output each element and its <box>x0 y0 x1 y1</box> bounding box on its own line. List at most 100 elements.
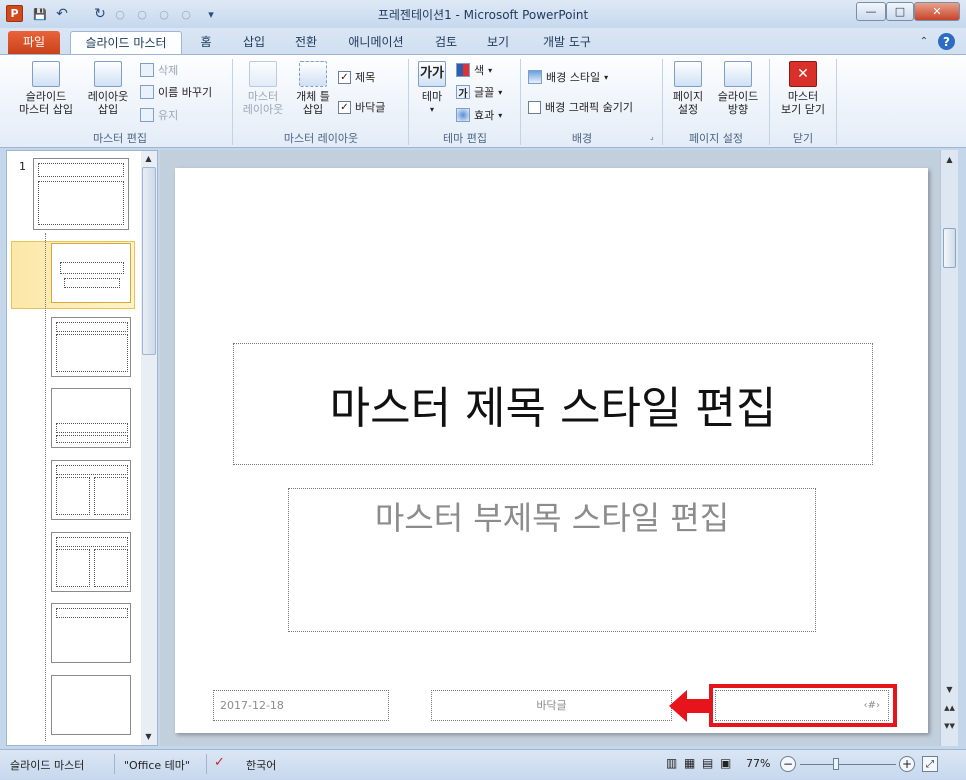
effects-icon <box>456 108 470 122</box>
tab-developer[interactable]: 개발 도구 <box>530 31 604 54</box>
hide-background-graphics-checkbox[interactable]: 배경 그래픽 숨기기 <box>528 99 633 115</box>
group-separator <box>520 59 521 145</box>
insert-slide-master-label: 슬라이드 마스터 삽입 <box>18 90 74 116</box>
group-separator <box>769 59 770 145</box>
tab-home[interactable]: 홈 <box>186 31 226 54</box>
thumb-title-placeholder <box>56 322 128 332</box>
insert-layout-icon <box>94 61 122 87</box>
spelling-check-icon[interactable]: ✓ <box>214 755 225 770</box>
tab-file[interactable]: 파일 <box>8 31 60 54</box>
insert-placeholder-button[interactable]: 개체 틀 삽입 <box>290 61 336 116</box>
zoom-slider-track[interactable] <box>800 764 896 765</box>
theme-name-label[interactable]: "Office 테마" <box>124 757 190 773</box>
slide-orientation-icon <box>724 61 752 87</box>
scroll-up-icon[interactable]: ▲ <box>942 152 957 167</box>
minimize-button[interactable]: — <box>856 2 886 21</box>
master-thumbnail[interactable] <box>33 158 129 230</box>
group-separator <box>836 59 837 145</box>
group-label-master-edit: 마스터 편집 <box>92 132 148 145</box>
slide-orientation-button[interactable]: 슬라이드 방향 <box>710 61 766 116</box>
theme-icon: 가가 <box>418 61 446 87</box>
footer-placeholder[interactable]: 바닥글 <box>431 690 672 721</box>
subtitle-placeholder[interactable]: 마스터 부제목 스타일 편집 <box>288 488 816 632</box>
insert-layout-button[interactable]: 레이아웃 삽입 <box>80 61 136 116</box>
layout-thumbnail[interactable] <box>51 460 131 520</box>
layout-thumbnail-title-selected[interactable] <box>51 243 131 303</box>
zoom-in-icon[interactable]: + <box>899 756 915 772</box>
group-label-background: 배경 <box>571 132 593 145</box>
fonts-button[interactable]: 가 글꼴 ▾ <box>456 84 502 100</box>
colors-button[interactable]: 색 ▾ <box>456 62 492 78</box>
layout-thumbnail[interactable] <box>51 532 131 592</box>
master-layout-button[interactable]: 마스터 레이아웃 <box>236 61 290 116</box>
layout-thumbnail[interactable] <box>51 317 131 377</box>
maximize-button[interactable]: □ <box>886 2 914 21</box>
master-layout-icon <box>249 61 277 87</box>
zoom-level-label[interactable]: 77% <box>746 757 770 770</box>
group-label-close: 닫기 <box>792 132 814 145</box>
preserve-button[interactable]: 유지 <box>140 107 178 123</box>
delete-button[interactable]: 삭제 <box>140 62 178 78</box>
layout-thumbnail[interactable] <box>51 388 131 448</box>
tab-insert[interactable]: 삽입 <box>232 31 276 54</box>
page-setup-button[interactable]: 페이지 설정 <box>666 61 710 116</box>
slide-canvas[interactable]: 마스터 제목 스타일 편집 마스터 부제목 스타일 편집 2017-12-18 … <box>175 168 928 733</box>
fonts-label: 글꼴 <box>474 86 495 99</box>
scroll-down-icon[interactable]: ▼ <box>942 682 957 697</box>
date-placeholder[interactable]: 2017-12-18 <box>213 690 389 721</box>
previous-slide-icon[interactable]: ▲▲ <box>942 700 957 715</box>
title-checkbox-label: 제목 <box>355 71 376 84</box>
layout-thumbnail[interactable] <box>51 603 131 663</box>
thumb-title-placeholder <box>60 262 124 274</box>
thumb-body-placeholder <box>38 181 124 225</box>
tab-transitions[interactable]: 전환 <box>284 31 328 54</box>
tab-review[interactable]: 검토 <box>424 31 468 54</box>
checkbox-unchecked-icon <box>528 100 541 114</box>
close-window-button[interactable]: ✕ <box>914 2 960 21</box>
zoom-slider-thumb[interactable] <box>833 758 839 770</box>
dialog-launcher-icon[interactable]: ⌟ <box>650 132 654 141</box>
effects-button[interactable]: 효과 ▾ <box>456 107 502 123</box>
title-placeholder[interactable]: 마스터 제목 스타일 편집 <box>233 343 873 465</box>
zoom-out-icon[interactable]: − <box>780 756 796 772</box>
scroll-thumb[interactable] <box>142 167 156 355</box>
thumb-title-placeholder <box>56 608 128 618</box>
reading-view-icon[interactable]: ▤ <box>702 756 713 770</box>
footer-checkbox[interactable]: ✓ 바닥글 <box>338 99 385 115</box>
help-icon[interactable]: ? <box>938 33 955 50</box>
rename-label: 이름 바꾸기 <box>158 86 213 99</box>
fit-to-window-icon[interactable]: ⤢ <box>922 756 938 772</box>
layout-thumbnail[interactable] <box>51 675 131 735</box>
effects-label: 효과 <box>474 109 495 122</box>
theme-label: 테마 <box>421 90 443 103</box>
tab-animations[interactable]: 애니메이션 <box>336 31 416 54</box>
page-setup-label: 페이지 설정 <box>672 90 704 116</box>
group-label-page-setup: 페이지 설정 <box>688 132 744 145</box>
scroll-down-icon[interactable]: ▼ <box>141 729 156 744</box>
close-master-view-button[interactable]: ✕ 마스터 보기 닫기 <box>772 61 834 116</box>
preserve-label: 유지 <box>158 109 179 122</box>
thumbnail-scrollbar[interactable]: ▲ ▼ <box>141 151 157 745</box>
tab-view[interactable]: 보기 <box>476 31 520 54</box>
window-title: 프레젠테이션1 - Microsoft PowerPoint <box>377 8 589 22</box>
rename-button[interactable]: 이름 바꾸기 <box>140 84 212 100</box>
normal-view-icon[interactable]: ▥ <box>666 756 677 770</box>
insert-slide-master-button[interactable]: 슬라이드 마스터 삽입 <box>10 61 82 116</box>
slideshow-icon[interactable]: ▣ <box>720 756 731 770</box>
slide-scrollbar[interactable]: ▲ ▼ ▲▲ ▼▼ <box>940 150 958 746</box>
next-slide-icon[interactable]: ▼▼ <box>942 718 957 733</box>
slide-sorter-icon[interactable]: ▦ <box>684 756 695 770</box>
thumb-body-placeholder <box>56 477 90 515</box>
insert-slide-master-icon <box>32 61 60 87</box>
language-label[interactable]: 한국어 <box>246 757 276 773</box>
dropdown-arrow-icon: ▾ <box>498 87 503 97</box>
tab-slide-master[interactable]: 슬라이드 마스터 <box>70 31 182 54</box>
close-master-view-label: 마스터 보기 닫기 <box>781 90 825 116</box>
background-style-button[interactable]: 배경 스타일 ▾ <box>528 69 608 85</box>
minimize-ribbon-icon[interactable]: ⌃ <box>914 31 934 54</box>
scroll-thumb[interactable] <box>943 228 956 268</box>
theme-button[interactable]: 가가 테마 ▾ <box>414 61 450 116</box>
title-checkbox[interactable]: ✓ 제목 <box>338 69 375 85</box>
thumb-body-placeholder <box>94 549 128 587</box>
scroll-up-icon[interactable]: ▲ <box>141 151 156 166</box>
